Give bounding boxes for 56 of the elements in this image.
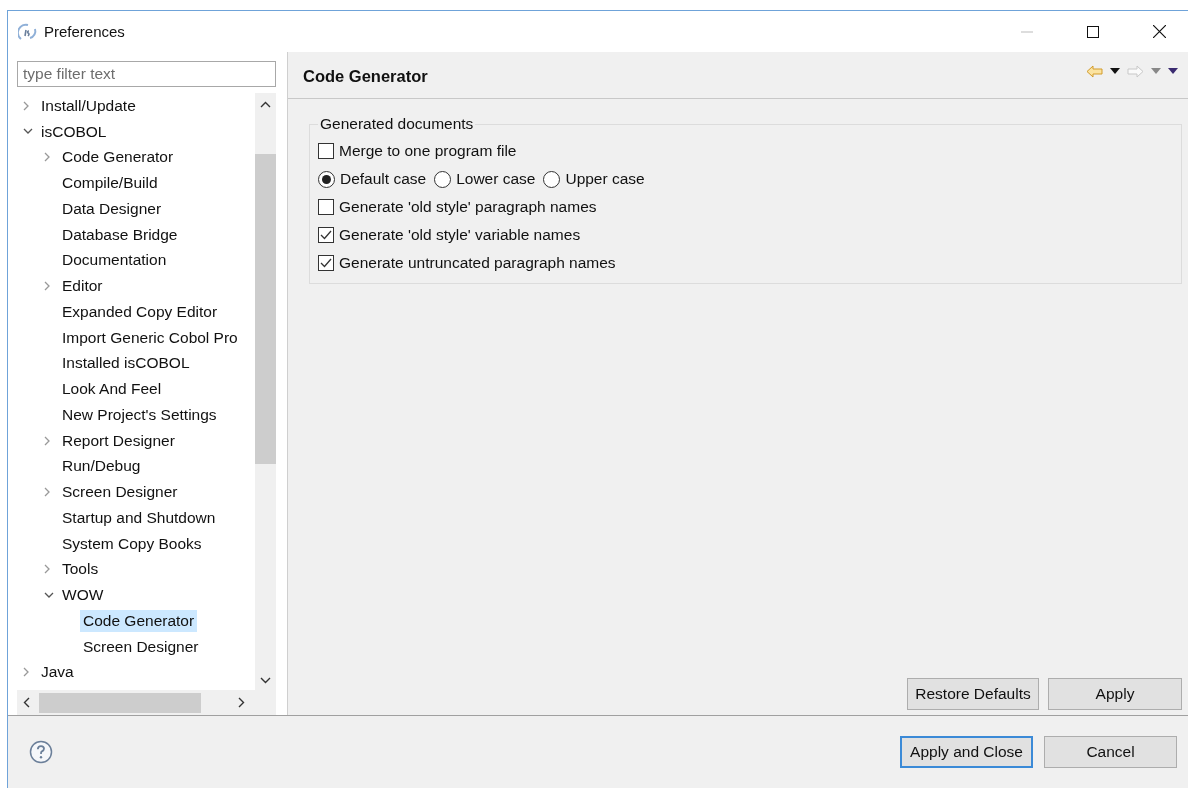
scroll-left-icon[interactable] bbox=[23, 697, 30, 708]
filter-field[interactable]: type filter text bbox=[17, 61, 276, 87]
cancel-button[interactable]: Cancel bbox=[1044, 736, 1177, 768]
tree-item[interactable]: Editor bbox=[59, 275, 106, 298]
checkbox[interactable] bbox=[318, 199, 334, 215]
scroll-down-icon[interactable] bbox=[260, 677, 271, 684]
tree-item[interactable]: WOW bbox=[59, 584, 107, 607]
apply-button[interactable]: Apply bbox=[1048, 678, 1182, 710]
tree-item[interactable]: Look And Feel bbox=[59, 378, 165, 401]
tree-item[interactable]: Database Bridge bbox=[59, 223, 181, 246]
tree-item[interactable]: Screen Designer bbox=[59, 481, 181, 504]
scroll-up-icon[interactable] bbox=[260, 101, 271, 108]
checkbox-option[interactable]: Generate 'old style' paragraph names bbox=[318, 193, 1165, 221]
window-title: Preferences bbox=[44, 23, 125, 40]
radio-button[interactable] bbox=[434, 170, 452, 188]
radio-option[interactable]: Lower case bbox=[434, 165, 536, 193]
menu-caret-icon[interactable] bbox=[1168, 68, 1178, 74]
radio-button[interactable] bbox=[543, 170, 561, 188]
close-icon[interactable] bbox=[1153, 25, 1166, 38]
tree-item[interactable]: Screen Designer bbox=[80, 635, 202, 658]
radio-option[interactable]: Default case bbox=[318, 165, 427, 193]
app-logo-icon bbox=[18, 22, 38, 41]
checkbox-option[interactable]: Generate untruncated paragraph names bbox=[318, 249, 1165, 277]
tree-item[interactable]: New Project's Settings bbox=[59, 403, 220, 426]
dropdown-caret-icon[interactable] bbox=[1110, 68, 1120, 74]
tree-item[interactable]: Compile/Build bbox=[59, 172, 161, 195]
checkbox-option[interactable]: Merge to one program file bbox=[318, 137, 1165, 165]
tree-item[interactable]: Expanded Copy Editor bbox=[59, 300, 221, 323]
restore-defaults-button[interactable]: Restore Defaults bbox=[907, 678, 1039, 710]
checkbox[interactable] bbox=[318, 143, 334, 159]
tree-item[interactable]: Documentation bbox=[59, 249, 170, 272]
radio-button[interactable] bbox=[318, 170, 335, 188]
maximize-icon[interactable] bbox=[1087, 25, 1099, 38]
scroll-right-icon[interactable] bbox=[238, 697, 245, 708]
checkbox-option[interactable]: Generate 'old style' variable names bbox=[318, 221, 1165, 249]
tree-item[interactable]: Java bbox=[38, 661, 77, 684]
radio-option[interactable]: Upper case bbox=[543, 165, 645, 193]
group-title: Generated documents bbox=[319, 115, 475, 133]
tree-item[interactable]: Data Designer bbox=[59, 197, 165, 220]
tree-item[interactable]: Startup and Shutdown bbox=[59, 506, 219, 529]
page-title: Code Generator bbox=[303, 67, 428, 86]
apply-and-close-button[interactable]: Apply and Close bbox=[900, 736, 1033, 768]
tree-item[interactable]: Code Generator bbox=[59, 146, 177, 169]
tree-item[interactable]: Tools bbox=[59, 558, 102, 581]
tree-item[interactable]: Code Generator bbox=[80, 609, 198, 632]
tree-item[interactable]: Installed isCOBOL bbox=[59, 352, 193, 375]
vertical-scrollbar[interactable] bbox=[255, 93, 276, 690]
tree-item[interactable]: System Copy Books bbox=[59, 532, 205, 555]
tree-item[interactable]: Report Designer bbox=[59, 429, 178, 452]
tree-item[interactable]: Run/Debug bbox=[59, 455, 144, 478]
tree-item[interactable]: Install/Update bbox=[38, 94, 139, 117]
help-icon[interactable] bbox=[29, 740, 53, 764]
tree-item[interactable]: Import Generic Cobol Pro bbox=[59, 326, 241, 349]
tree-item[interactable]: isCOBOL bbox=[38, 120, 110, 143]
checkbox[interactable] bbox=[318, 255, 334, 271]
checkbox[interactable] bbox=[318, 227, 334, 243]
